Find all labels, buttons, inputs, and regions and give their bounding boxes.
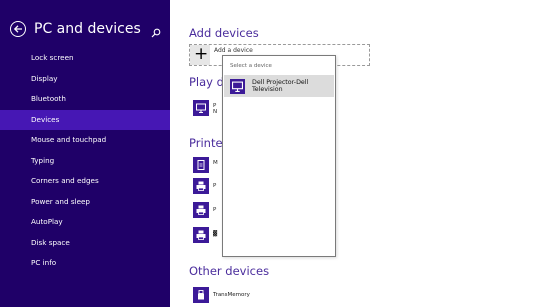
- device-option-dell-projector[interactable]: Dell Projector-Dell Television: [224, 75, 334, 97]
- document-icon: [193, 157, 209, 173]
- other-device-item[interactable]: TransMemory: [189, 287, 279, 305]
- sidebar-item-autoplay[interactable]: AutoPlay: [0, 212, 170, 233]
- sidebar-item-mouse-and-touchpad[interactable]: Mouse and touchpad: [0, 130, 170, 151]
- sidebar-item-pc-info[interactable]: PC info: [0, 253, 170, 274]
- device-option-label: Dell Projector-Dell Television: [252, 79, 330, 93]
- settings-sidebar: PC and devices Lock screen Display Bluet…: [0, 0, 170, 307]
- projector-icon: [193, 100, 209, 116]
- sidebar-item-bluetooth[interactable]: Bluetooth: [0, 89, 170, 110]
- popup-header: Select a device: [230, 63, 272, 69]
- sidebar-item-corners-and-edges[interactable]: Corners and edges: [0, 171, 170, 192]
- add-devices-title: Add devices: [189, 26, 259, 40]
- printer-name: P: [213, 183, 217, 189]
- back-button[interactable]: [10, 21, 26, 37]
- add-device-label: Add a device: [214, 47, 253, 54]
- sidebar-nav: Lock screen Display Bluetooth Devices Mo…: [0, 48, 170, 274]
- sidebar-item-lock-screen[interactable]: Lock screen: [0, 48, 170, 69]
- printer-name: P: [213, 207, 217, 213]
- other-device-name: TransMemory: [213, 292, 250, 298]
- sidebar-item-disk-space[interactable]: Disk space: [0, 233, 170, 254]
- plus-icon: +: [190, 44, 210, 65]
- printer-icon: [193, 227, 209, 243]
- sidebar-item-typing[interactable]: Typing: [0, 151, 170, 172]
- sidebar-title: PC and devices: [34, 21, 141, 37]
- printer-name: ▓: [213, 231, 218, 237]
- search-icon[interactable]: [151, 23, 161, 42]
- select-device-popup: Select a device Dell Projector-Dell Tele…: [222, 55, 336, 257]
- other-devices-title: Other devices: [189, 264, 270, 278]
- printer-icon: [193, 202, 209, 218]
- device-option-line1: Dell Projector-Dell: [252, 79, 309, 86]
- sidebar-item-devices[interactable]: Devices: [0, 109, 170, 130]
- printer-icon: [193, 178, 209, 194]
- sidebar-header: PC and devices: [10, 20, 161, 42]
- back-arrow-icon: [13, 25, 22, 33]
- play-device-status: N: [213, 109, 218, 115]
- sidebar-item-display[interactable]: Display: [0, 69, 170, 90]
- usb-drive-icon: [193, 287, 209, 303]
- sidebar-item-power-and-sleep[interactable]: Power and sleep: [0, 192, 170, 213]
- projector-icon: [230, 79, 245, 94]
- printer-name: M: [213, 160, 218, 166]
- device-option-line2: Television: [252, 86, 283, 93]
